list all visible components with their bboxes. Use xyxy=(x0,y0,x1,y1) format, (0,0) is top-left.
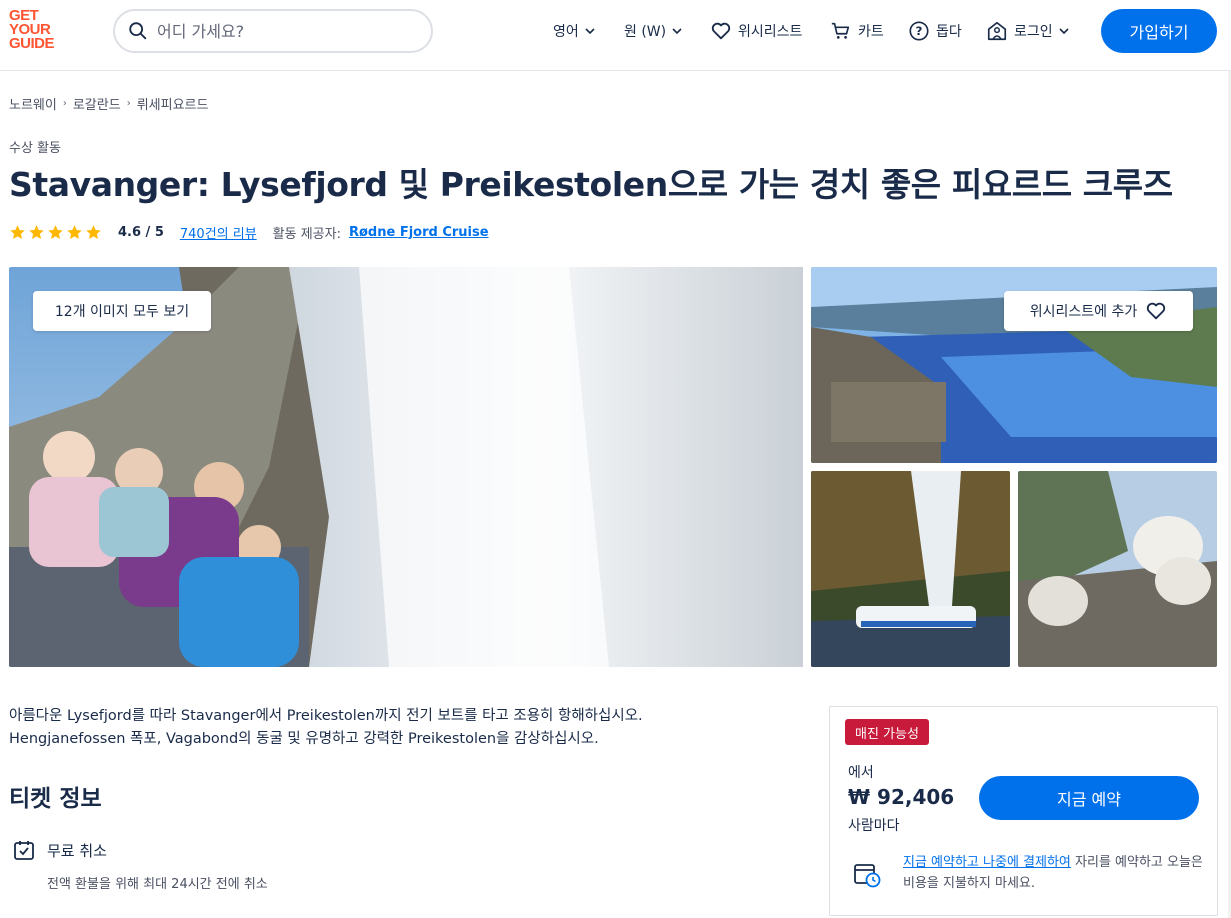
breadcrumb-item-rogaland[interactable]: 로갈란드 xyxy=(73,94,121,113)
star-icon xyxy=(29,224,44,239)
goats-image xyxy=(1018,471,1217,667)
getyourguide-logo[interactable]: GET YOUR GUIDE xyxy=(9,8,69,52)
heart-icon xyxy=(1147,302,1166,320)
cart-label: 카트 xyxy=(858,24,884,40)
currency-selector[interactable]: 원 (W) xyxy=(624,20,684,42)
heart-icon xyxy=(711,22,731,40)
chevron-down-icon xyxy=(585,28,595,35)
currency-label: 원 (W) xyxy=(624,24,667,40)
signup-button[interactable]: 가입하기 xyxy=(1101,9,1217,53)
calendar-clock-icon xyxy=(854,864,881,888)
language-label: 영어 xyxy=(553,24,579,40)
page-title: Stavanger: Lysefjord 및 Preikestolen으로 가는… xyxy=(9,165,1173,204)
rating-value: 4.6 / 5 xyxy=(118,224,164,240)
site-header: GET YOUR GUIDE 영어 원 (W) 위시리스트 카트 ? 돕다 로그… xyxy=(0,0,1231,71)
reviews-link[interactable]: 740건의 리뷰 xyxy=(180,223,257,242)
photo-fjord-boat[interactable] xyxy=(811,471,1010,667)
book-now-button[interactable]: 지금 예약 xyxy=(979,776,1199,820)
star-rating xyxy=(9,224,102,241)
wishlist-link[interactable]: 위시리스트 xyxy=(710,20,802,42)
breadcrumb: 노르웨이 › 로갈란드 › 뤼세피요르드 xyxy=(9,94,208,113)
provider-label: 활동 제공자: xyxy=(272,226,341,242)
cart-link[interactable]: 카트 xyxy=(830,20,884,42)
feature-title: 무료 취소 xyxy=(47,842,107,860)
search-box[interactable] xyxy=(113,9,433,53)
likely-to-sell-out-badge: 매진 가능성 xyxy=(845,719,929,745)
language-selector[interactable]: 영어 xyxy=(553,20,597,42)
help-link[interactable]: ? 돕다 xyxy=(908,20,962,42)
view-all-images-button[interactable]: 12개 이미지 모두 보기 xyxy=(33,291,211,331)
star-icon xyxy=(86,224,101,239)
summary-line-1: 아름다운 Lysefjord를 따라 Stavanger에서 Preikesto… xyxy=(9,708,643,724)
wishlist-label: 위시리스트 xyxy=(738,24,803,40)
reserve-now-pay-later-text: 지금 예약하고 나중에 결제하여 자리를 예약하고 오늘은 비용을 지불하지 마… xyxy=(903,852,1203,894)
help-icon: ? xyxy=(909,21,929,41)
add-to-wishlist-label: 위시리스트에 추가 xyxy=(1029,304,1138,320)
breadcrumb-separator-icon: › xyxy=(126,98,131,109)
activity-category: 수상 활동 xyxy=(9,141,61,156)
add-to-wishlist-button[interactable]: 위시리스트에 추가 xyxy=(1004,291,1193,331)
activity-summary: 아름다운 Lysefjord를 따라 Stavanger에서 Preikesto… xyxy=(9,705,799,751)
login-label: 로그인 xyxy=(1014,24,1053,40)
summary-line-2: Hengjanefossen 폭포, Vagabond의 동굴 및 유명하고 강… xyxy=(9,731,599,747)
price-from-label: 에서 xyxy=(848,765,874,781)
cart-icon xyxy=(831,22,850,39)
chevron-down-icon xyxy=(1059,28,1069,35)
chevron-down-icon xyxy=(672,28,682,35)
breadcrumb-item-lysefjord[interactable]: 뤼세피요르드 xyxy=(137,94,209,113)
search-icon xyxy=(129,22,147,40)
logo-line-3: GUIDE xyxy=(9,35,55,52)
feature-description: 전액 환불을 위해 최대 24시간 전에 취소 xyxy=(47,877,268,892)
photo-goats[interactable] xyxy=(1018,471,1217,667)
breadcrumb-separator-icon: › xyxy=(62,98,67,109)
breadcrumb-item-norway[interactable]: 노르웨이 xyxy=(9,94,57,113)
search-input[interactable] xyxy=(157,21,417,41)
reserve-now-pay-later-link[interactable]: 지금 예약하고 나중에 결제하여 xyxy=(903,855,1071,870)
login-menu[interactable]: 로그인 xyxy=(986,20,1071,42)
fjord-boat-image xyxy=(811,471,1010,667)
ticket-info-heading: 티켓 정보 xyxy=(9,786,102,812)
provider-link[interactable]: Rødne Fjord Cruise xyxy=(349,225,489,240)
user-house-icon xyxy=(987,21,1007,41)
calendar-check-icon xyxy=(14,841,34,860)
star-icon xyxy=(67,224,82,239)
svg-text:?: ? xyxy=(916,24,923,38)
price-value: ₩ 92,406 xyxy=(848,785,955,809)
free-cancellation-feature xyxy=(12,838,36,862)
price-per-person: 사람마다 xyxy=(848,818,900,834)
rating-row: 4.6 / 5 740건의 리뷰 활동 제공자: Rødne Fjord Cru… xyxy=(9,222,489,242)
star-icon xyxy=(48,224,63,239)
help-label: 돕다 xyxy=(936,24,962,40)
star-icon xyxy=(10,224,25,239)
